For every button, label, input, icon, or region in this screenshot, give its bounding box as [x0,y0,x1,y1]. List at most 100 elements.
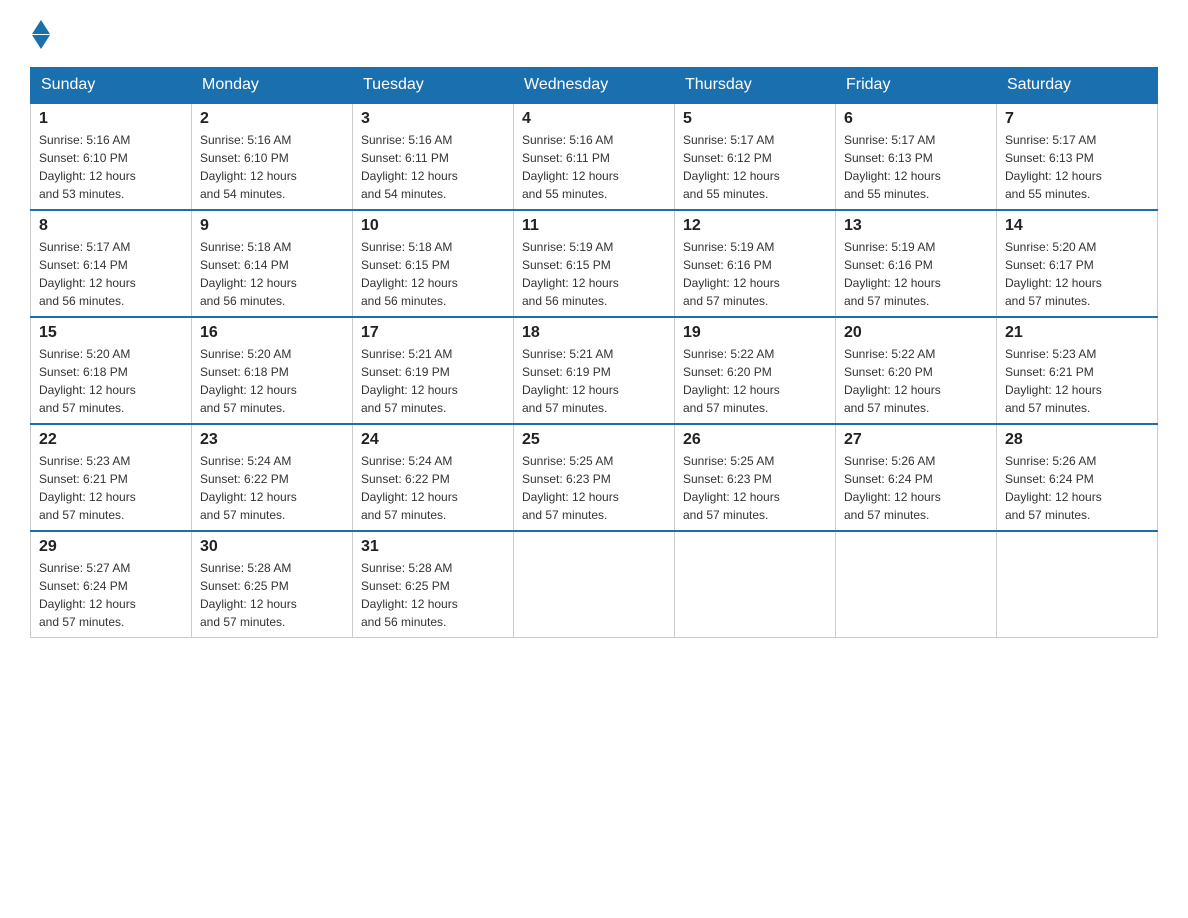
day-number: 7 [1005,110,1149,128]
day-info: Sunrise: 5:27 AM Sunset: 6:24 PM Dayligh… [39,559,183,631]
calendar-week-row: 8 Sunrise: 5:17 AM Sunset: 6:14 PM Dayli… [31,210,1158,317]
calendar-day-cell: 4 Sunrise: 5:16 AM Sunset: 6:11 PM Dayli… [514,103,675,210]
day-info: Sunrise: 5:16 AM Sunset: 6:11 PM Dayligh… [522,131,666,203]
day-info: Sunrise: 5:24 AM Sunset: 6:22 PM Dayligh… [361,452,505,524]
day-number: 17 [361,324,505,342]
day-number: 29 [39,538,183,556]
page-header [30,20,1158,47]
day-info: Sunrise: 5:17 AM Sunset: 6:13 PM Dayligh… [1005,131,1149,203]
day-info: Sunrise: 5:16 AM Sunset: 6:11 PM Dayligh… [361,131,505,203]
day-number: 14 [1005,217,1149,235]
day-number: 26 [683,431,827,449]
calendar-day-cell: 30 Sunrise: 5:28 AM Sunset: 6:25 PM Dayl… [192,531,353,638]
day-info: Sunrise: 5:20 AM Sunset: 6:17 PM Dayligh… [1005,238,1149,310]
day-info: Sunrise: 5:25 AM Sunset: 6:23 PM Dayligh… [683,452,827,524]
day-info: Sunrise: 5:17 AM Sunset: 6:13 PM Dayligh… [844,131,988,203]
day-number: 2 [200,110,344,128]
calendar-day-cell: 15 Sunrise: 5:20 AM Sunset: 6:18 PM Dayl… [31,317,192,424]
day-number: 19 [683,324,827,342]
calendar-day-cell: 28 Sunrise: 5:26 AM Sunset: 6:24 PM Dayl… [997,424,1158,531]
day-of-week-header: Monday [192,68,353,104]
day-number: 1 [39,110,183,128]
day-info: Sunrise: 5:19 AM Sunset: 6:15 PM Dayligh… [522,238,666,310]
calendar-day-cell [836,531,997,638]
calendar-day-cell: 22 Sunrise: 5:23 AM Sunset: 6:21 PM Dayl… [31,424,192,531]
day-number: 6 [844,110,988,128]
day-info: Sunrise: 5:16 AM Sunset: 6:10 PM Dayligh… [200,131,344,203]
calendar-day-cell [675,531,836,638]
calendar-day-cell: 5 Sunrise: 5:17 AM Sunset: 6:12 PM Dayli… [675,103,836,210]
calendar-day-cell: 8 Sunrise: 5:17 AM Sunset: 6:14 PM Dayli… [31,210,192,317]
day-number: 20 [844,324,988,342]
day-number: 13 [844,217,988,235]
calendar-day-cell: 1 Sunrise: 5:16 AM Sunset: 6:10 PM Dayli… [31,103,192,210]
calendar-day-cell [514,531,675,638]
calendar-day-cell: 9 Sunrise: 5:18 AM Sunset: 6:14 PM Dayli… [192,210,353,317]
day-of-week-header: Tuesday [353,68,514,104]
day-of-week-header: Wednesday [514,68,675,104]
day-of-week-header: Thursday [675,68,836,104]
day-number: 9 [200,217,344,235]
day-info: Sunrise: 5:26 AM Sunset: 6:24 PM Dayligh… [1005,452,1149,524]
day-number: 30 [200,538,344,556]
day-info: Sunrise: 5:28 AM Sunset: 6:25 PM Dayligh… [361,559,505,631]
calendar-day-cell: 19 Sunrise: 5:22 AM Sunset: 6:20 PM Dayl… [675,317,836,424]
calendar-week-row: 29 Sunrise: 5:27 AM Sunset: 6:24 PM Dayl… [31,531,1158,638]
day-number: 10 [361,217,505,235]
day-info: Sunrise: 5:24 AM Sunset: 6:22 PM Dayligh… [200,452,344,524]
calendar-day-cell: 11 Sunrise: 5:19 AM Sunset: 6:15 PM Dayl… [514,210,675,317]
calendar-day-cell: 26 Sunrise: 5:25 AM Sunset: 6:23 PM Dayl… [675,424,836,531]
day-number: 16 [200,324,344,342]
day-info: Sunrise: 5:22 AM Sunset: 6:20 PM Dayligh… [683,345,827,417]
day-number: 28 [1005,431,1149,449]
calendar-week-row: 15 Sunrise: 5:20 AM Sunset: 6:18 PM Dayl… [31,317,1158,424]
day-of-week-header: Sunday [31,68,192,104]
day-info: Sunrise: 5:28 AM Sunset: 6:25 PM Dayligh… [200,559,344,631]
calendar-day-cell: 20 Sunrise: 5:22 AM Sunset: 6:20 PM Dayl… [836,317,997,424]
calendar-day-cell [997,531,1158,638]
calendar-header-row: SundayMondayTuesdayWednesdayThursdayFrid… [31,68,1158,104]
calendar-day-cell: 31 Sunrise: 5:28 AM Sunset: 6:25 PM Dayl… [353,531,514,638]
day-info: Sunrise: 5:20 AM Sunset: 6:18 PM Dayligh… [39,345,183,417]
day-number: 31 [361,538,505,556]
logo-icon [30,20,50,47]
day-info: Sunrise: 5:23 AM Sunset: 6:21 PM Dayligh… [39,452,183,524]
calendar-day-cell: 14 Sunrise: 5:20 AM Sunset: 6:17 PM Dayl… [997,210,1158,317]
day-number: 25 [522,431,666,449]
day-info: Sunrise: 5:20 AM Sunset: 6:18 PM Dayligh… [200,345,344,417]
calendar-day-cell: 7 Sunrise: 5:17 AM Sunset: 6:13 PM Dayli… [997,103,1158,210]
day-number: 24 [361,431,505,449]
day-info: Sunrise: 5:26 AM Sunset: 6:24 PM Dayligh… [844,452,988,524]
calendar-day-cell: 3 Sunrise: 5:16 AM Sunset: 6:11 PM Dayli… [353,103,514,210]
calendar-day-cell: 25 Sunrise: 5:25 AM Sunset: 6:23 PM Dayl… [514,424,675,531]
logo [30,20,50,47]
day-info: Sunrise: 5:19 AM Sunset: 6:16 PM Dayligh… [683,238,827,310]
calendar-day-cell: 16 Sunrise: 5:20 AM Sunset: 6:18 PM Dayl… [192,317,353,424]
day-number: 3 [361,110,505,128]
calendar-day-cell: 27 Sunrise: 5:26 AM Sunset: 6:24 PM Dayl… [836,424,997,531]
calendar-day-cell: 2 Sunrise: 5:16 AM Sunset: 6:10 PM Dayli… [192,103,353,210]
day-number: 5 [683,110,827,128]
calendar-week-row: 1 Sunrise: 5:16 AM Sunset: 6:10 PM Dayli… [31,103,1158,210]
calendar-day-cell: 6 Sunrise: 5:17 AM Sunset: 6:13 PM Dayli… [836,103,997,210]
calendar-day-cell: 10 Sunrise: 5:18 AM Sunset: 6:15 PM Dayl… [353,210,514,317]
calendar-day-cell: 21 Sunrise: 5:23 AM Sunset: 6:21 PM Dayl… [997,317,1158,424]
day-number: 21 [1005,324,1149,342]
calendar-day-cell: 23 Sunrise: 5:24 AM Sunset: 6:22 PM Dayl… [192,424,353,531]
day-info: Sunrise: 5:18 AM Sunset: 6:15 PM Dayligh… [361,238,505,310]
day-of-week-header: Friday [836,68,997,104]
day-number: 18 [522,324,666,342]
day-of-week-header: Saturday [997,68,1158,104]
day-number: 12 [683,217,827,235]
day-info: Sunrise: 5:19 AM Sunset: 6:16 PM Dayligh… [844,238,988,310]
day-number: 23 [200,431,344,449]
day-number: 11 [522,217,666,235]
day-info: Sunrise: 5:21 AM Sunset: 6:19 PM Dayligh… [361,345,505,417]
calendar-day-cell: 29 Sunrise: 5:27 AM Sunset: 6:24 PM Dayl… [31,531,192,638]
day-info: Sunrise: 5:18 AM Sunset: 6:14 PM Dayligh… [200,238,344,310]
day-number: 22 [39,431,183,449]
day-info: Sunrise: 5:17 AM Sunset: 6:12 PM Dayligh… [683,131,827,203]
day-info: Sunrise: 5:21 AM Sunset: 6:19 PM Dayligh… [522,345,666,417]
day-info: Sunrise: 5:23 AM Sunset: 6:21 PM Dayligh… [1005,345,1149,417]
day-number: 8 [39,217,183,235]
